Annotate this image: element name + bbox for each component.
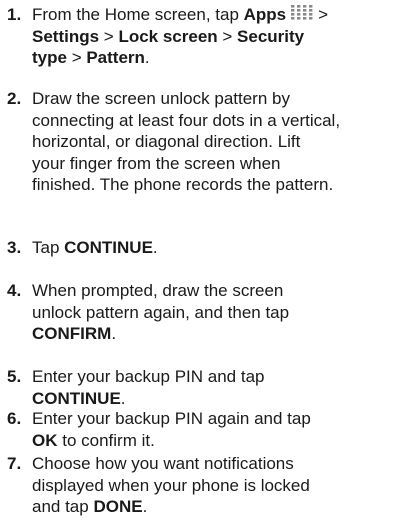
step-text-run: . xyxy=(120,388,126,408)
step-text-run: From the Home screen, tap xyxy=(32,5,244,24)
step-text-run: your finger from the screen when xyxy=(32,153,281,173)
bold-term: type xyxy=(32,48,67,67)
step-text-line: type > Pattern. xyxy=(32,47,150,69)
step-text-line: Tap CONTINUE. xyxy=(32,237,158,259)
step-number: 2. xyxy=(7,89,22,108)
step-text-run: Draw the screen unlock pattern by xyxy=(32,89,290,108)
step-text-line: finished. The phone records the pattern. xyxy=(32,174,333,196)
step-text-run: Enter your backup PIN again and tap xyxy=(32,409,311,428)
step-item: 3. Tap CONTINUE. xyxy=(0,237,399,259)
instruction-document: 1. From the Home screen, tap Apps > Setting… xyxy=(0,0,399,516)
step-text-line: displayed when your phone is locked xyxy=(32,475,310,497)
step-text-line: your finger from the screen when xyxy=(32,153,281,175)
bold-term: DONE xyxy=(93,497,143,516)
step-text-line: Enter your backup PIN and tap xyxy=(32,366,264,388)
bold-term: Lock screen xyxy=(118,27,218,46)
step-number: 3. xyxy=(7,238,22,257)
step-text-line: and tap DONE. xyxy=(32,496,147,518)
bold-term: OK xyxy=(32,430,58,450)
step-item: 2. Draw the screen unlock pattern by conne… xyxy=(0,88,399,196)
bold-term: Pattern xyxy=(86,48,145,67)
bold-term: Settings xyxy=(32,27,100,46)
bold-term: CONTINUE xyxy=(32,388,121,408)
step-text-run: to confirm it. xyxy=(57,430,155,450)
step-text-run: Choose how you want notifications xyxy=(32,454,294,473)
step-text-run: unlock pattern again, and then tap xyxy=(32,302,290,322)
step-item: 7. Choose how you want notifications displ… xyxy=(0,453,399,518)
step-item: 6. Enter your backup PIN again and tap OK … xyxy=(0,408,399,451)
step-text-line: horizontal, or diagonal direction. Lift xyxy=(32,131,300,153)
step-text-run: and tap xyxy=(32,497,94,516)
step-number: 6. xyxy=(7,409,22,428)
step-item: 1. From the Home screen, tap Apps > Setting… xyxy=(0,4,399,69)
step-text-run: > xyxy=(99,27,119,46)
step-text-run: Enter your backup PIN and tap xyxy=(32,367,265,386)
step-text-run: connecting at least four dots in a verti… xyxy=(32,110,341,130)
step-item: 4. When prompted, draw the screen unlock p… xyxy=(0,280,399,345)
step-text-line: Settings > Lock screen > Security xyxy=(32,26,304,48)
step-text-run: finished. The phone records the pattern. xyxy=(32,175,334,194)
step-number: 4. xyxy=(7,281,22,300)
bold-term: CONFIRM xyxy=(32,324,112,343)
bold-term: Security xyxy=(237,27,305,46)
step-text-line: Choose how you want notifications xyxy=(32,453,294,475)
bold-term: CONTINUE xyxy=(64,238,153,257)
step-number: 7. xyxy=(7,454,22,473)
step-text-line: unlock pattern again, and then tap xyxy=(32,302,289,324)
step-text-line: Draw the screen unlock pattern by xyxy=(32,88,290,110)
step-text-run: When prompted, draw the screen xyxy=(32,281,284,300)
step-text-run: . xyxy=(111,324,117,343)
step-text-line: From the Home screen, tap Apps > xyxy=(32,4,328,26)
step-number: 5. xyxy=(7,367,22,386)
step-text-run: horizontal, or diagonal direction. Lift xyxy=(32,132,301,151)
step-text-run: . xyxy=(144,48,150,67)
step-text-run: Tap xyxy=(32,238,65,257)
bold-term: Apps xyxy=(243,5,287,24)
step-item: 5. Enter your backup PIN and tap CONTINUE. xyxy=(0,366,399,409)
step-text-run: . xyxy=(142,497,148,516)
step-text-run: . xyxy=(152,238,158,257)
step-text-line: Enter your backup PIN again and tap xyxy=(32,408,311,430)
step-text-line: CONTINUE. xyxy=(32,388,126,410)
step-text-run: > xyxy=(66,48,87,67)
step-text-line: connecting at least four dots in a verti… xyxy=(32,110,340,132)
step-text-run: > xyxy=(217,27,238,46)
step-text-line: CONFIRM. xyxy=(32,323,116,345)
step-text-run: > xyxy=(318,5,329,24)
step-text-line: When prompted, draw the screen xyxy=(32,280,283,302)
step-text-line: OK to confirm it. xyxy=(32,430,155,452)
step-number: 1. xyxy=(7,5,22,24)
apps-grid-icon xyxy=(289,4,315,21)
